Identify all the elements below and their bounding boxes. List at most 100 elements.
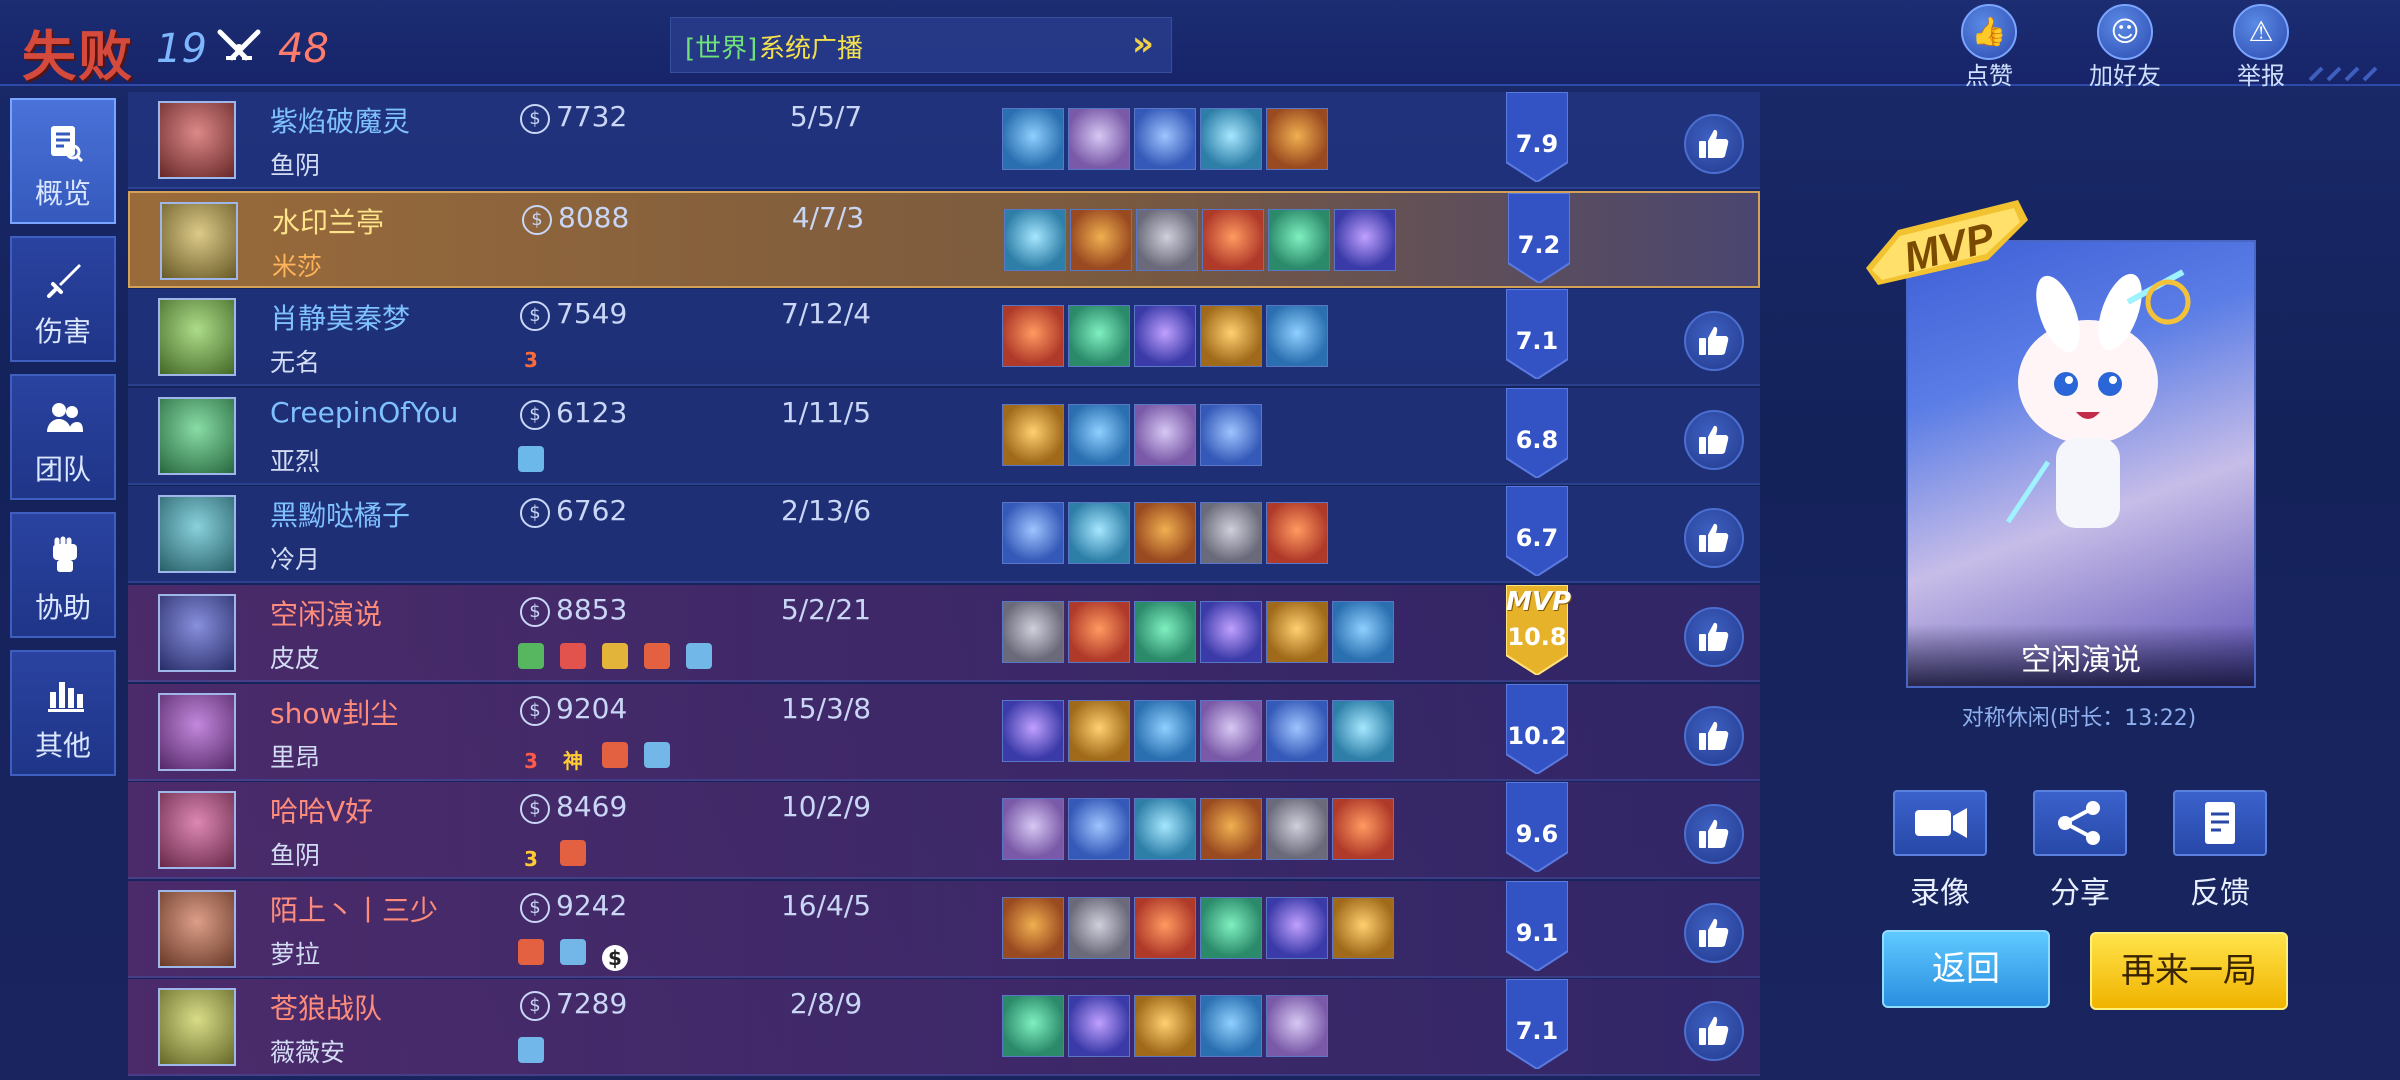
equipment-item-icon[interactable] <box>1200 995 1262 1058</box>
equipment-item-icon[interactable] <box>1134 305 1196 368</box>
equipment-item-icon[interactable] <box>1002 601 1064 663</box>
achievement-badge-icon[interactable] <box>560 840 586 867</box>
equipment-item-icon[interactable] <box>1200 108 1262 170</box>
equipment-item-icon[interactable] <box>1068 305 1130 368</box>
achievement-badge-icon[interactable] <box>518 938 544 965</box>
equipment-item-icon[interactable] <box>1068 403 1130 466</box>
player-row[interactable]: 陌上丶丨三少 萝拉 $9242 $16/4/5 9.1 <box>128 880 1760 978</box>
player-row[interactable]: 苍狼战队 薇薇安 $7289 2/8/9 7.1 <box>128 979 1760 1077</box>
equipment-item-icon[interactable] <box>1202 208 1264 271</box>
achievement-badge-icon[interactable] <box>686 643 712 669</box>
achievement-badge-icon[interactable] <box>518 1037 544 1064</box>
like-player-button[interactable] <box>1684 705 1744 766</box>
equipment-item-icon[interactable] <box>1002 798 1064 861</box>
double-chevron-right-icon[interactable]: » <box>1123 24 1163 64</box>
equipment-item-icon[interactable] <box>1332 699 1394 762</box>
like-player-button[interactable] <box>1684 409 1744 470</box>
equipment-item-icon[interactable] <box>1334 208 1396 271</box>
player-row[interactable]: 哈哈V好 鱼阴 $8469 3 10/2/9 9.6 <box>128 782 1760 880</box>
achievement-badge-icon[interactable]: 3 <box>518 846 544 872</box>
player-row[interactable]: CreepinOfYou 亚烈 $6123 1/11/5 6.8 <box>128 387 1760 485</box>
like-player-button[interactable] <box>1684 311 1744 372</box>
equipment-item-icon[interactable] <box>1134 601 1196 663</box>
nav-damage[interactable]: 伤害 <box>10 236 116 362</box>
equipment-item-icon[interactable] <box>1200 305 1262 368</box>
equipment-item-icon[interactable] <box>1200 896 1262 959</box>
equipment-item-icon[interactable] <box>1134 699 1196 762</box>
achievement-badge-icon[interactable] <box>602 741 628 768</box>
equipment-item-icon[interactable] <box>1002 896 1064 959</box>
share-button[interactable]: 分享 <box>2030 790 2130 912</box>
equipment-item-icon[interactable] <box>1200 601 1262 663</box>
equipment-item-icon[interactable] <box>1134 403 1196 466</box>
achievement-badge-icon[interactable]: $ <box>602 944 628 971</box>
equipment-item-icon[interactable] <box>1068 995 1130 1058</box>
equipment-item-icon[interactable] <box>1134 995 1196 1058</box>
like-player-button[interactable] <box>1684 508 1744 569</box>
equipment-item-icon[interactable] <box>1068 601 1130 663</box>
equipment-item-icon[interactable] <box>1266 699 1328 762</box>
player-row[interactable]: 紫焰破魔灵 鱼阴 $7732 5/5/7 7.9 <box>128 92 1760 189</box>
achievement-badge-icon[interactable] <box>518 445 544 472</box>
equipment-item-icon[interactable] <box>1004 208 1066 271</box>
feedback-button[interactable]: ? 反馈 <box>2170 790 2270 912</box>
nav-other[interactable]: 其他 <box>10 650 116 776</box>
equipment-item-icon[interactable] <box>1200 502 1262 565</box>
equipment-item-icon[interactable] <box>1200 699 1262 762</box>
equipment-item-icon[interactable] <box>1266 502 1328 565</box>
equipment-item-icon[interactable] <box>1266 305 1328 368</box>
nav-overview[interactable]: 概览 <box>10 98 116 224</box>
equipment-item-icon[interactable] <box>1266 108 1328 170</box>
equipment-item-icon[interactable] <box>1134 108 1196 170</box>
replay-button[interactable]: 录像 <box>1890 790 1990 912</box>
achievement-badge-icon[interactable] <box>644 741 670 768</box>
nav-team[interactable]: 团队 <box>10 374 116 500</box>
achievement-badge-icon[interactable]: 神 <box>560 748 586 774</box>
like-all-button[interactable]: 👍 点赞 <box>1934 4 2044 90</box>
like-player-button[interactable] <box>1684 607 1744 667</box>
equipment-item-icon[interactable] <box>1002 995 1064 1058</box>
achievement-badge-icon[interactable] <box>560 938 586 965</box>
equipment-item-icon[interactable] <box>1068 798 1130 861</box>
equipment-item-icon[interactable] <box>1002 403 1064 466</box>
nav-assist[interactable]: 协助 <box>10 512 116 638</box>
hero-avatar[interactable] <box>158 298 236 377</box>
player-row[interactable]: 空闲演说 皮皮 $8853 5/2/21 MVP 10.8 <box>128 585 1760 682</box>
like-player-button[interactable] <box>1684 804 1744 865</box>
equipment-item-icon[interactable] <box>1200 403 1262 466</box>
equipment-item-icon[interactable] <box>1266 601 1328 663</box>
like-player-button[interactable] <box>1684 114 1744 174</box>
achievement-badge-icon[interactable] <box>602 643 628 669</box>
equipment-item-icon[interactable] <box>1134 798 1196 861</box>
equipment-item-icon[interactable] <box>1268 208 1330 271</box>
achievement-badge-icon[interactable] <box>560 643 586 669</box>
equipment-item-icon[interactable] <box>1068 502 1130 565</box>
equipment-item-icon[interactable] <box>1332 601 1394 663</box>
equipment-item-icon[interactable] <box>1002 108 1064 170</box>
mvp-card[interactable]: 空闲演说 <box>1906 240 2256 688</box>
equipment-item-icon[interactable] <box>1002 699 1064 762</box>
like-player-button[interactable] <box>1684 902 1744 963</box>
equipment-item-icon[interactable] <box>1070 208 1132 271</box>
play-again-button[interactable]: 再来一局 <box>2090 932 2288 1010</box>
equipment-item-icon[interactable] <box>1332 798 1394 861</box>
equipment-item-icon[interactable] <box>1266 896 1328 959</box>
equipment-item-icon[interactable] <box>1068 699 1130 762</box>
hero-avatar[interactable] <box>158 692 236 771</box>
equipment-item-icon[interactable] <box>1134 502 1196 565</box>
hero-avatar[interactable] <box>158 889 236 968</box>
equipment-item-icon[interactable] <box>1134 896 1196 959</box>
equipment-item-icon[interactable] <box>1068 108 1130 170</box>
hero-avatar[interactable] <box>158 594 236 672</box>
equipment-item-icon[interactable] <box>1136 208 1198 271</box>
achievement-badge-icon[interactable]: 3 <box>518 347 544 373</box>
hero-avatar[interactable] <box>158 396 236 475</box>
player-row[interactable]: show刲尘 里昂 $9204 3 神 15/3/8 10.2 <box>128 683 1760 781</box>
achievement-badge-icon[interactable] <box>518 643 544 669</box>
hero-avatar[interactable] <box>158 495 236 574</box>
equipment-item-icon[interactable] <box>1068 896 1130 959</box>
achievement-badge-icon[interactable]: 3 <box>518 748 544 774</box>
hero-avatar[interactable] <box>158 101 236 179</box>
player-row[interactable]: 水印兰亭 米莎 $8088 4/7/3 7.2 <box>128 190 1760 288</box>
hero-avatar[interactable] <box>158 791 236 870</box>
